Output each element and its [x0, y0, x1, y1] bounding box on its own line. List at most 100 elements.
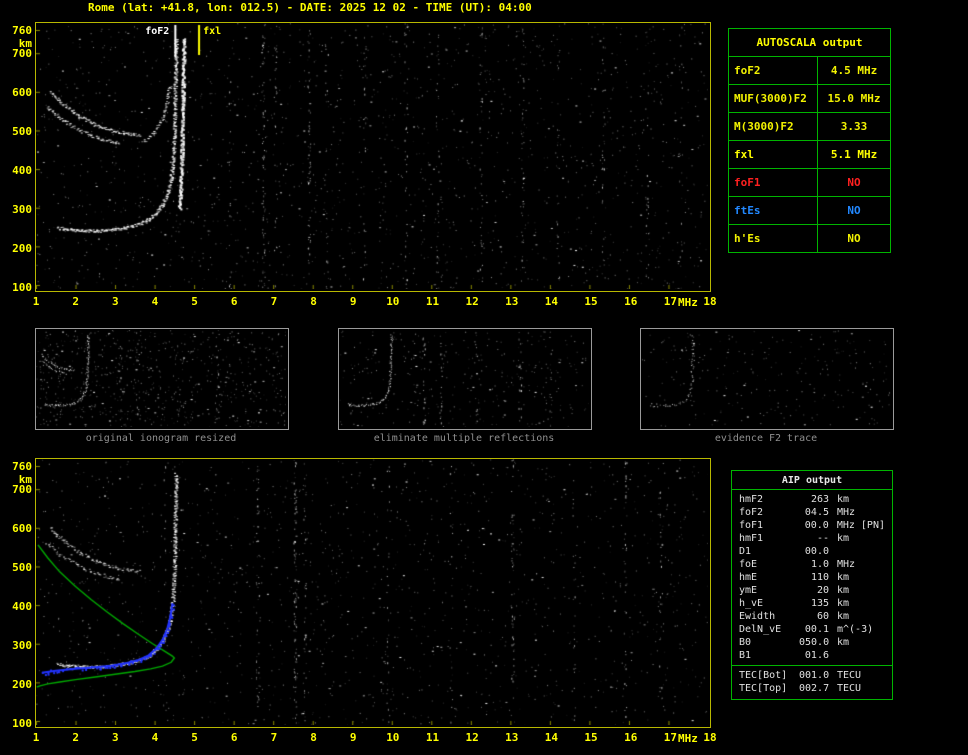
aip-val: 002.7: [799, 683, 830, 694]
aip-label: hmE: [739, 572, 758, 583]
x-tick-label: 11: [425, 731, 440, 744]
x-tick-label: 16: [624, 295, 638, 308]
aip-unit: km: [837, 572, 850, 583]
param-value: 15.0 MHz: [817, 84, 891, 113]
aip-row: D1 00.0: [732, 545, 892, 558]
x-tick-label: 6: [230, 731, 238, 744]
y-tick-label: 500: [12, 125, 32, 139]
autoscala-table-title: AUTOSCALA output: [728, 28, 891, 57]
x-tick-label: 17: [663, 731, 677, 744]
aip-row: foF2 04.5 MHz: [732, 506, 892, 519]
aip-unit: MHz: [837, 507, 856, 518]
x-tick-label: 9: [349, 295, 357, 308]
x-tick-label: 11: [425, 295, 440, 308]
aip-label: hmF2: [739, 494, 764, 505]
x-tick-label: 16: [624, 731, 638, 744]
aip-extra: [PN]: [860, 520, 885, 531]
aip-val: 04.5: [804, 507, 829, 518]
param-label: h'Es: [727, 224, 819, 253]
aip-unit: km: [837, 533, 850, 544]
table-row: M(3000)F2 3.33: [727, 112, 891, 141]
aip-val: 01.6: [804, 650, 829, 661]
x-tick-label: 6: [230, 295, 238, 308]
aip-unit: MHz: [836, 520, 855, 531]
aip-label: foF2: [739, 507, 764, 518]
aip-row: B0 050.0 km: [732, 636, 892, 649]
x-tick-label: 2: [72, 731, 79, 744]
ionogram-canvas-top: [36, 23, 708, 289]
station-title: Rome (lat: +41.8, lon: 012.5) - DATE: 20…: [88, 1, 532, 14]
thumbnail-canvas-eliminate: [339, 330, 589, 427]
autoscala-output-table: AUTOSCALA output foF2 4.5 MHz MUF(3000)F2 15…: [727, 28, 891, 253]
x-tick-label: 18: [703, 295, 717, 308]
aip-label: Ewidth: [739, 611, 776, 622]
aip-val: 110: [810, 572, 829, 583]
aip-val: 050.0: [799, 637, 830, 648]
x-tick-label: 10: [386, 731, 400, 744]
x-tick-label: 2: [72, 295, 79, 308]
param-label: foF2: [727, 56, 819, 85]
y-tick-label: 100: [12, 281, 32, 294]
x-tick-label: 17: [663, 295, 677, 308]
aip-val: 60: [816, 611, 829, 622]
param-label: ftEs: [727, 196, 819, 225]
x-tick-label: 4: [151, 731, 159, 744]
thumbnail-caption: evidence F2 trace: [714, 433, 818, 444]
x-tick-label: 4: [151, 295, 159, 308]
y-tick-label: 700: [12, 483, 32, 497]
aip-unit: km: [837, 637, 850, 648]
aip-table-title: AIP output: [732, 471, 892, 490]
param-label: foF1: [727, 168, 819, 197]
y-tick-label: 600: [12, 86, 32, 100]
param-value: 5.1 MHz: [817, 140, 891, 169]
aip-val: 00.0: [804, 546, 829, 557]
table-row: ftEs NO: [727, 196, 891, 225]
param-value: NO: [817, 168, 891, 197]
thumbnail-original-ionogram: [35, 328, 289, 430]
x-tick-label: 15: [584, 731, 598, 744]
aip-output-table: AIP output hmF2 263 km foF2 04.5 MHz foF1 00.0 M…: [731, 470, 893, 700]
aip-row: hmF1 -- km: [732, 532, 892, 545]
aip-row: DelN_vE 00.1 m^(-3): [732, 623, 892, 636]
x-tick-label: 15: [584, 295, 598, 308]
aip-tec-rows: TEC[Bot] 001.0 TECU TEC[Top] 002.7 TECU: [732, 665, 892, 695]
thumbnail-evidence-f2: [640, 328, 894, 430]
x-tick-label: 14: [544, 731, 559, 744]
x-tick-label: 12: [465, 731, 479, 744]
x-tick-label: 3: [111, 295, 119, 308]
aip-row: B1 01.6: [732, 649, 892, 662]
x-tick-label: 8: [310, 731, 317, 744]
y-tick-label: 300: [12, 639, 32, 653]
autoscala-app: Rome (lat: +41.8, lon: 012.5) - DATE: 20…: [0, 0, 968, 755]
x-tick-label: 7: [270, 731, 278, 744]
aip-val: 00.1: [804, 624, 829, 635]
aip-unit: TECU: [837, 670, 862, 681]
param-value: 4.5 MHz: [817, 56, 891, 85]
aip-label: h_vE: [739, 598, 764, 609]
ionogram-plot-top: foF2 fxl: [35, 22, 711, 292]
y-tick-label: 600: [12, 522, 32, 536]
aip-val: 001.0: [799, 670, 830, 681]
y-tick-label: 700: [12, 47, 32, 61]
table-row: foF2 4.5 MHz: [727, 56, 891, 85]
x-tick-label: 1: [32, 731, 40, 744]
table-row: fxl 5.1 MHz: [727, 140, 891, 169]
aip-tec-row: TEC[Bot] 001.0 TECU: [732, 665, 892, 682]
table-row: MUF(3000)F2 15.0 MHz: [727, 84, 891, 113]
aip-val: 00.0: [804, 520, 829, 531]
aip-row: foE 1.0 MHz: [732, 558, 892, 571]
x-tick-label: 13: [505, 295, 519, 308]
x-axis-unit: MHz: [678, 296, 698, 309]
aip-row: Ewidth 60 km: [732, 610, 892, 623]
thumbnail-caption: eliminate multiple reflections: [373, 433, 555, 444]
aip-row: hmE 110 km: [732, 571, 892, 584]
x-tick-label: 13: [505, 731, 519, 744]
y-tick-label: 500: [12, 561, 32, 575]
x-tick-label: 7: [270, 295, 278, 308]
aip-label: B1: [739, 650, 752, 661]
ionogram-plot-bottom: [35, 458, 711, 728]
thumbnail-canvas-evidence: [641, 330, 891, 427]
param-label: fxl: [727, 140, 819, 169]
y-tick-label: 400: [12, 600, 32, 614]
aip-unit: km: [837, 611, 850, 622]
